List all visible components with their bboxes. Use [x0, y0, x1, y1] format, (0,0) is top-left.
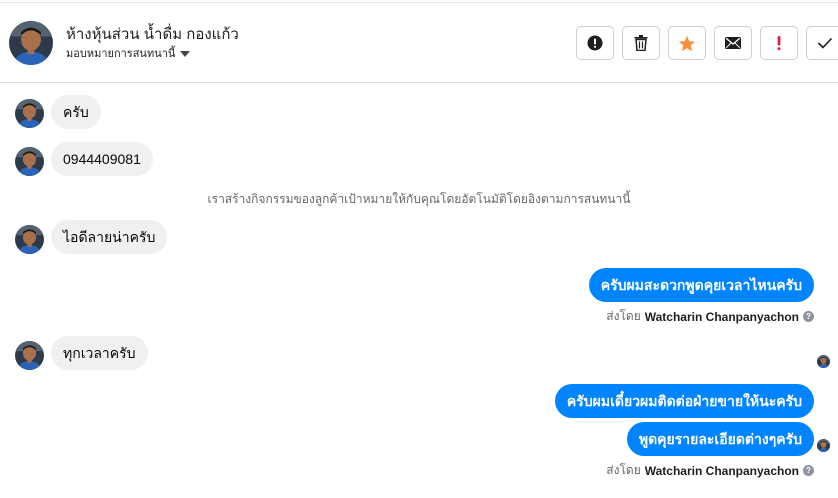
assign-label: มอบหมายการสนทนานี้: [66, 48, 176, 60]
question-circle-icon[interactable]: ?: [803, 465, 814, 476]
seen-indicator-avatar: [817, 355, 830, 368]
question-circle-icon[interactable]: ?: [803, 311, 814, 322]
sender-avatar[interactable]: [15, 225, 44, 254]
mark-unread-button[interactable]: [714, 26, 752, 60]
conversation-header: ห้างหุ้นส่วน น้ำดื่ม กองแก้ว มอบหมายการส…: [0, 3, 838, 83]
contact-name[interactable]: ห้างหุ้นส่วน น้ำดื่ม กองแก้ว: [66, 22, 239, 46]
sender-avatar[interactable]: [15, 99, 44, 128]
outgoing-message[interactable]: พูดคุยรายละเอียดต่างๆครับ: [626, 422, 814, 456]
delete-button[interactable]: [622, 26, 660, 60]
outgoing-message[interactable]: ครับผมเดี๋ยวผมติดต่อฝ่ายขายให้นะครับ: [554, 384, 814, 418]
star-button[interactable]: [668, 26, 706, 60]
sent-by-name: Watcharin Chanpanyachon: [644, 463, 799, 478]
incoming-message[interactable]: 0944409081: [51, 142, 153, 176]
star-icon: [678, 35, 696, 51]
seen-indicator-avatar: [817, 439, 830, 452]
chevron-down-icon: [180, 50, 191, 57]
incoming-message[interactable]: ครับ: [51, 95, 101, 129]
contact-avatar[interactable]: [9, 21, 53, 65]
sent-by-prefix: ส่งโดย: [606, 463, 641, 477]
assign-conversation-dropdown[interactable]: มอบหมายการสนทนานี้: [66, 44, 191, 62]
sent-by-name: Watcharin Chanpanyachon: [644, 309, 799, 324]
outgoing-message[interactable]: ครับผมสะดวกพูดคุยเวลาไหนครับ: [588, 268, 814, 302]
sent-by-label: ส่งโดย Watcharin Chanpanyachon ?: [606, 461, 814, 480]
header-actions: [576, 26, 838, 60]
check-icon: [817, 37, 833, 49]
system-notice: เราสร้างกิจกรรมของลูกค้าเป้าหมายให้กับคุ…: [207, 192, 631, 206]
mark-spam-button[interactable]: [576, 26, 614, 60]
alert-circle-icon: [587, 35, 603, 51]
incoming-message[interactable]: ทุกเวลาครับ: [51, 336, 148, 370]
envelope-icon: [725, 37, 741, 49]
trash-icon: [634, 35, 648, 51]
sent-by-label: ส่งโดย Watcharin Chanpanyachon ?: [606, 307, 814, 326]
mark-done-button[interactable]: [806, 26, 838, 60]
sender-avatar[interactable]: [15, 341, 44, 370]
follow-up-button[interactable]: [760, 26, 798, 60]
sent-by-prefix: ส่งโดย: [606, 309, 641, 323]
sender-avatar[interactable]: [15, 147, 44, 176]
incoming-message[interactable]: ไอดีลายน่าครับ: [51, 220, 168, 254]
exclamation-icon: [777, 36, 781, 51]
